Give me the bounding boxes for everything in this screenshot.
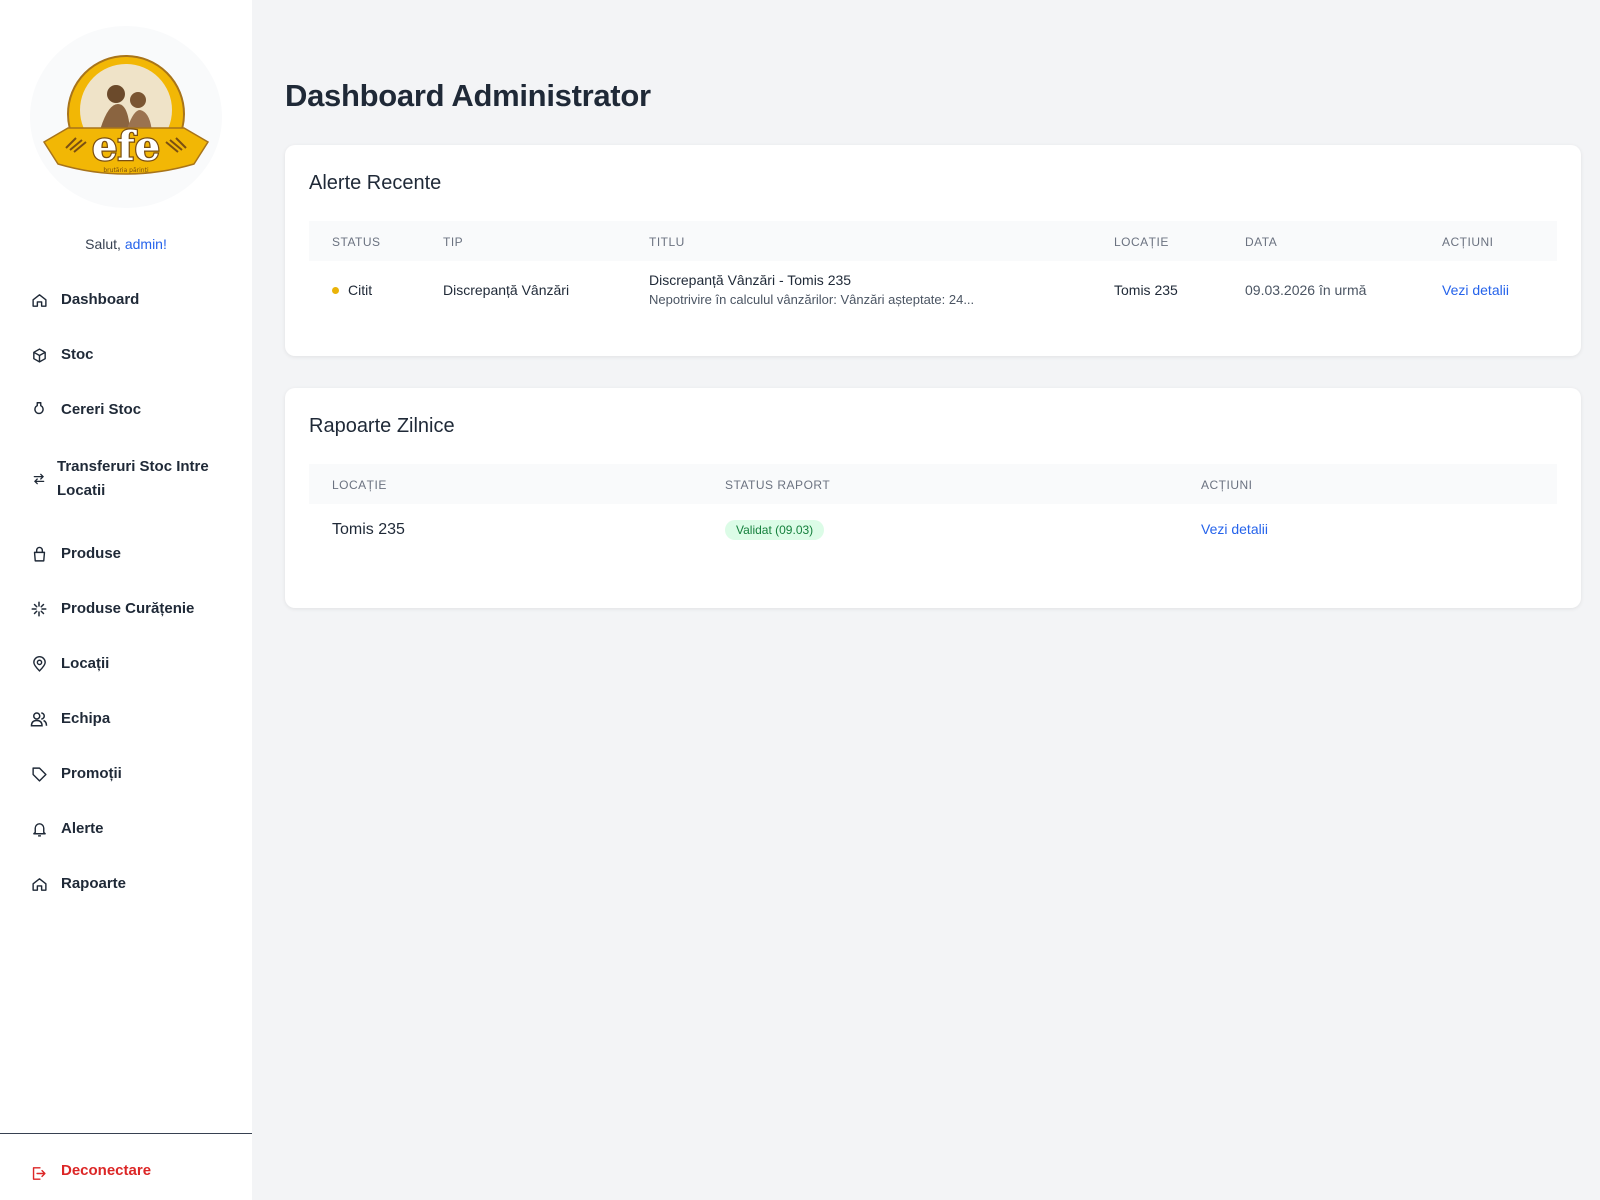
status-cell: Citit [332,282,372,298]
column-header-tip: TIP [443,235,464,249]
sidebar-item-produse[interactable]: Produse [0,540,252,568]
column-header-status-raport: STATUS RAPORT [725,478,831,492]
reports-card: Rapoarte Zilnice LOCAȚIE STATUS RAPORT A… [285,388,1581,608]
sidebar-divider [0,1133,252,1134]
box-icon [30,346,48,364]
column-header-status: STATUS [332,235,381,249]
sidebar-item-label: Alerte [61,820,104,837]
map-pin-icon [30,655,48,673]
table-row[interactable]: Tomis 235 Validat (09.03) Vezi detalii [309,504,1557,564]
flask-icon [30,399,48,417]
column-header-actiuni: ACȚIUNI [1201,478,1253,492]
users-icon [30,710,48,728]
sparkles-icon [30,600,48,618]
sidebar: efe brutăria părinți Salut, admin! Dashb… [0,0,252,1200]
brand-logo[interactable]: efe brutăria părinți [30,26,222,208]
alert-subtitle: Nepotrivire în calculul vânzărilor: Vânz… [649,292,975,307]
column-header-actiuni: ACȚIUNI [1442,235,1494,249]
sidebar-item-alerte[interactable]: Alerte [0,815,252,843]
reports-table-header: LOCAȚIE STATUS RAPORT ACȚIUNI [309,464,1557,504]
page-title: Dashboard Administrator [285,78,651,113]
location-cell: Tomis 235 [1114,282,1178,298]
sidebar-item-dashboard[interactable]: Dashboard [0,286,252,314]
sidebar-item-label: Rapoarte [61,875,127,892]
logout-label: Deconectare [61,1162,152,1179]
logout-button[interactable]: Deconectare [0,1160,252,1188]
column-header-titlu: TITLU [649,235,685,249]
transfer-icon [30,470,48,488]
view-details-link[interactable]: Vezi detalii [1442,282,1509,298]
bell-icon [30,820,48,838]
type-cell: Discrepanță Vânzări [443,282,570,298]
table-row[interactable]: Citit Discrepanță Vânzări Discrepanță Vâ… [309,261,1557,333]
username[interactable]: admin! [125,236,167,252]
home-icon [30,875,48,893]
logout-icon [30,1165,48,1183]
date-cell: 09.03.2026 în urmă [1245,282,1367,298]
sidebar-item-label: Dashboard [61,291,140,308]
greeting-text: Salut, [85,236,125,252]
svg-text:efe: efe [92,123,160,170]
column-header-data: DATA [1245,235,1278,249]
sidebar-item-produse-curatenie[interactable]: Produse Curățenie [0,595,252,623]
shopping-bag-icon [30,545,48,563]
location-cell: Tomis 235 [332,521,405,538]
sidebar-item-label: Promoții [61,765,122,782]
home-icon [30,291,48,309]
sidebar-item-transferuri[interactable]: Transferuri Stoc Intre Locatii [0,454,252,504]
alerts-card: Alerte Recente STATUS TIP TITLU LOCAȚIE … [285,145,1581,356]
sidebar-item-promotii[interactable]: Promoții [0,760,252,788]
column-header-locatie: LOCAȚIE [1114,235,1169,249]
sidebar-item-rapoarte[interactable]: Rapoarte [0,870,252,898]
alerts-table-header: STATUS TIP TITLU LOCAȚIE DATA ACȚIUNI [309,221,1557,261]
sidebar-item-locatii[interactable]: Locații [0,650,252,678]
tag-icon [30,765,48,783]
efe-logo-image: efe brutăria părinți [42,55,210,175]
status-dot-icon [332,286,339,294]
reports-card-title: Rapoarte Zilnice [309,415,455,437]
sidebar-item-echipa[interactable]: Echipa [0,705,252,733]
status-cell: Validat (09.03) [725,520,825,540]
status-badge: Validat (09.03) [725,520,825,540]
status-label: Citit [348,282,373,298]
svg-text:brutăria părinți: brutăria părinți [103,167,149,174]
sidebar-item-label: Echipa [61,710,111,727]
sidebar-item-label: Stoc [61,346,94,363]
column-header-locatie: LOCAȚIE [332,478,387,492]
alert-title: Discrepanță Vânzări - Tomis 235 [649,272,852,288]
sidebar-item-stoc[interactable]: Stoc [0,341,252,369]
greeting: Salut, admin! [0,236,252,252]
sidebar-item-label: Locații [61,655,110,672]
sidebar-item-cereri-stoc[interactable]: Cereri Stoc [0,396,252,424]
sidebar-item-label: Transferuri Stoc Intre Locatii [57,458,209,499]
alerts-card-title: Alerte Recente [309,172,442,194]
sidebar-item-label: Cereri Stoc [61,401,142,418]
sidebar-item-label: Produse [61,545,122,562]
sidebar-item-label: Produse Curățenie [61,600,195,617]
view-details-link[interactable]: Vezi detalii [1201,521,1268,537]
